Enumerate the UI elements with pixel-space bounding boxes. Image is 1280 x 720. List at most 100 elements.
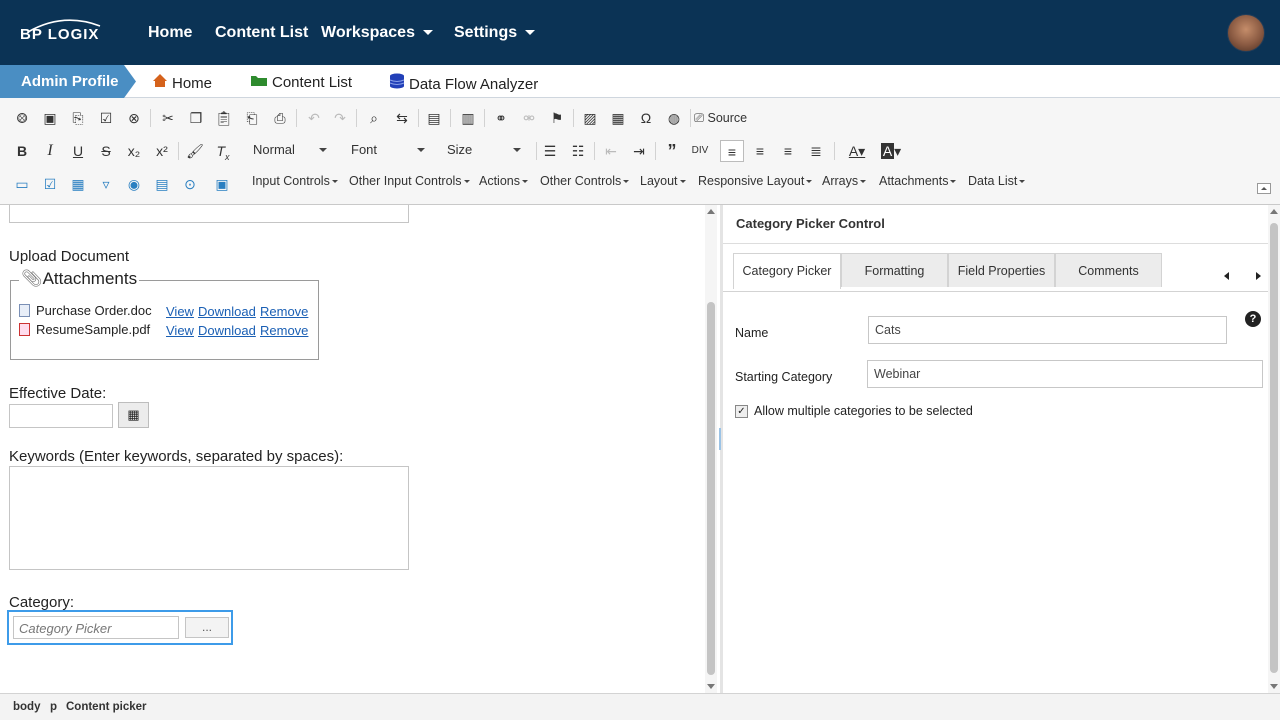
- remove-format-icon[interactable]: Tx: [211, 140, 235, 162]
- copy-format-icon[interactable]: 🖌︎: [183, 140, 207, 162]
- paste-word-icon[interactable]: ⎙: [268, 107, 292, 129]
- category-picker-input[interactable]: Category Picker: [13, 616, 179, 639]
- replace-icon[interactable]: ⇆: [390, 107, 414, 129]
- effective-date-input[interactable]: [9, 404, 113, 428]
- scroll-down-icon[interactable]: [1270, 684, 1278, 689]
- close-form-icon[interactable]: ⨷: [10, 107, 34, 129]
- anchor-flag-icon[interactable]: ⚑: [545, 107, 569, 129]
- menu-data-list[interactable]: Data List: [968, 174, 1025, 188]
- menu-other-input-controls[interactable]: Other Input Controls: [349, 174, 470, 188]
- menu-arrays[interactable]: Arrays: [822, 174, 866, 188]
- scroll-thumb[interactable]: [707, 302, 715, 675]
- italic-icon[interactable]: I: [38, 140, 62, 162]
- scroll-up-icon[interactable]: [1270, 209, 1278, 214]
- download-link[interactable]: Download: [198, 304, 256, 319]
- align-left-icon[interactable]: ≡: [720, 140, 744, 162]
- dropdown-control-icon[interactable]: ▿: [94, 173, 118, 195]
- remove-link[interactable]: Remove: [260, 304, 308, 319]
- subnav-content-list[interactable]: Content List: [250, 73, 352, 91]
- align-center-icon[interactable]: ≡: [748, 140, 772, 162]
- indent-icon[interactable]: ⇥: [627, 140, 651, 162]
- name-input[interactable]: Cats: [868, 316, 1227, 344]
- align-right-icon[interactable]: ≡: [776, 140, 800, 162]
- view-link[interactable]: View: [166, 323, 194, 338]
- div-container-icon[interactable]: DIV: [688, 140, 712, 162]
- allow-multiple-checkbox[interactable]: ✓: [735, 405, 748, 418]
- tab-scroll-right-icon[interactable]: [1256, 272, 1261, 280]
- menu-actions[interactable]: Actions: [479, 174, 528, 188]
- iframe-globe-icon[interactable]: ◍: [662, 107, 686, 129]
- menu-other-controls[interactable]: Other Controls: [540, 174, 629, 188]
- toolbar-collapse-button[interactable]: [1257, 183, 1271, 194]
- undo-icon[interactable]: ↶: [302, 107, 326, 129]
- nav-settings[interactable]: Settings: [454, 24, 536, 42]
- keywords-textarea[interactable]: [9, 466, 409, 570]
- bulleted-list-icon[interactable]: ☷: [566, 140, 590, 162]
- background-color-icon[interactable]: A ▾: [876, 140, 906, 162]
- superscript-icon[interactable]: x²: [150, 140, 174, 162]
- calendar-button[interactable]: ▦: [118, 402, 149, 428]
- outdent-icon[interactable]: ⇤: [599, 140, 623, 162]
- find-icon[interactable]: ⌕: [362, 107, 386, 129]
- download-link[interactable]: Download: [198, 323, 256, 338]
- table-icon[interactable]: ▦: [606, 107, 630, 129]
- path-p[interactable]: p: [50, 701, 57, 713]
- menu-input-controls[interactable]: Input Controls: [252, 174, 338, 188]
- link-icon[interactable]: ⚭: [489, 107, 513, 129]
- checkbox-control-icon[interactable]: ☑: [38, 173, 62, 195]
- show-blocks-icon[interactable]: ▥: [456, 107, 480, 129]
- paste-text-icon[interactable]: ⎗: [240, 107, 264, 129]
- strikethrough-icon[interactable]: S: [94, 140, 118, 162]
- special-char-icon[interactable]: Ω: [634, 107, 658, 129]
- save-check-icon[interactable]: ☑: [94, 107, 118, 129]
- form-editor-canvas[interactable]: Upload Document 📎︎Attachments Purchase O…: [0, 205, 720, 693]
- category-browse-button[interactable]: ...: [185, 617, 229, 638]
- textbox-control-icon[interactable]: ▭: [10, 173, 34, 195]
- form-icon[interactable]: ▤: [422, 107, 446, 129]
- bold-icon[interactable]: B: [10, 140, 34, 162]
- radio-control-icon[interactable]: ◉: [122, 173, 146, 195]
- underline-icon[interactable]: U: [66, 140, 90, 162]
- align-justify-icon[interactable]: ≣: [804, 140, 828, 162]
- path-content-picker[interactable]: Content picker: [66, 701, 147, 713]
- nav-home[interactable]: Home: [148, 24, 192, 42]
- tab-field-properties[interactable]: Field Properties: [948, 253, 1055, 287]
- blockquote-icon[interactable]: ”: [660, 140, 684, 162]
- save-icon[interactable]: ▣: [38, 107, 62, 129]
- menu-attachments[interactable]: Attachments: [879, 174, 956, 188]
- paste-icon[interactable]: 📋︎: [212, 107, 236, 129]
- tab-comments[interactable]: Comments: [1055, 253, 1162, 287]
- menu-layout[interactable]: Layout: [640, 174, 686, 188]
- list-control-icon[interactable]: ▤: [150, 173, 174, 195]
- redo-icon[interactable]: ↷: [328, 107, 352, 129]
- unlink-icon[interactable]: ⚮: [517, 107, 541, 129]
- format-select[interactable]: Normal: [247, 139, 333, 161]
- size-select[interactable]: Size: [441, 139, 527, 161]
- path-body[interactable]: body: [13, 701, 40, 713]
- nav-content-list[interactable]: Content List: [215, 24, 308, 42]
- comment-control-icon[interactable]: ▣: [210, 173, 234, 195]
- tab-category-picker[interactable]: Category Picker: [733, 253, 841, 289]
- font-select[interactable]: Font: [345, 139, 431, 161]
- tab-formatting[interactable]: Formatting: [841, 253, 948, 287]
- date-control-icon[interactable]: ▦: [66, 173, 90, 195]
- subnav-home[interactable]: Home: [152, 73, 212, 92]
- source-button[interactable]: ⎚ Source: [694, 107, 764, 129]
- scroll-down-icon[interactable]: [707, 684, 715, 689]
- view-link[interactable]: View: [166, 304, 194, 319]
- user-avatar[interactable]: [1227, 14, 1265, 52]
- copy-icon[interactable]: ❐: [184, 107, 208, 129]
- previous-field-box[interactable]: [9, 205, 409, 223]
- numbered-list-icon[interactable]: ☰: [538, 140, 562, 162]
- cancel-icon[interactable]: ⊗: [122, 107, 146, 129]
- menu-responsive-layout[interactable]: Responsive Layout: [698, 174, 812, 188]
- scroll-up-icon[interactable]: [707, 209, 715, 214]
- starting-category-input[interactable]: Webinar: [867, 360, 1263, 388]
- subscript-icon[interactable]: x₂: [122, 140, 146, 162]
- bp-logix-logo[interactable]: BP LOGIX: [18, 18, 108, 48]
- help-icon[interactable]: ?: [1245, 311, 1261, 327]
- subnav-data-flow-analyzer[interactable]: Data Flow Analyzer: [389, 73, 538, 93]
- admin-profile-tab[interactable]: Admin Profile: [0, 65, 136, 98]
- panel-scrollbar[interactable]: [1268, 205, 1280, 693]
- remove-link[interactable]: Remove: [260, 323, 308, 338]
